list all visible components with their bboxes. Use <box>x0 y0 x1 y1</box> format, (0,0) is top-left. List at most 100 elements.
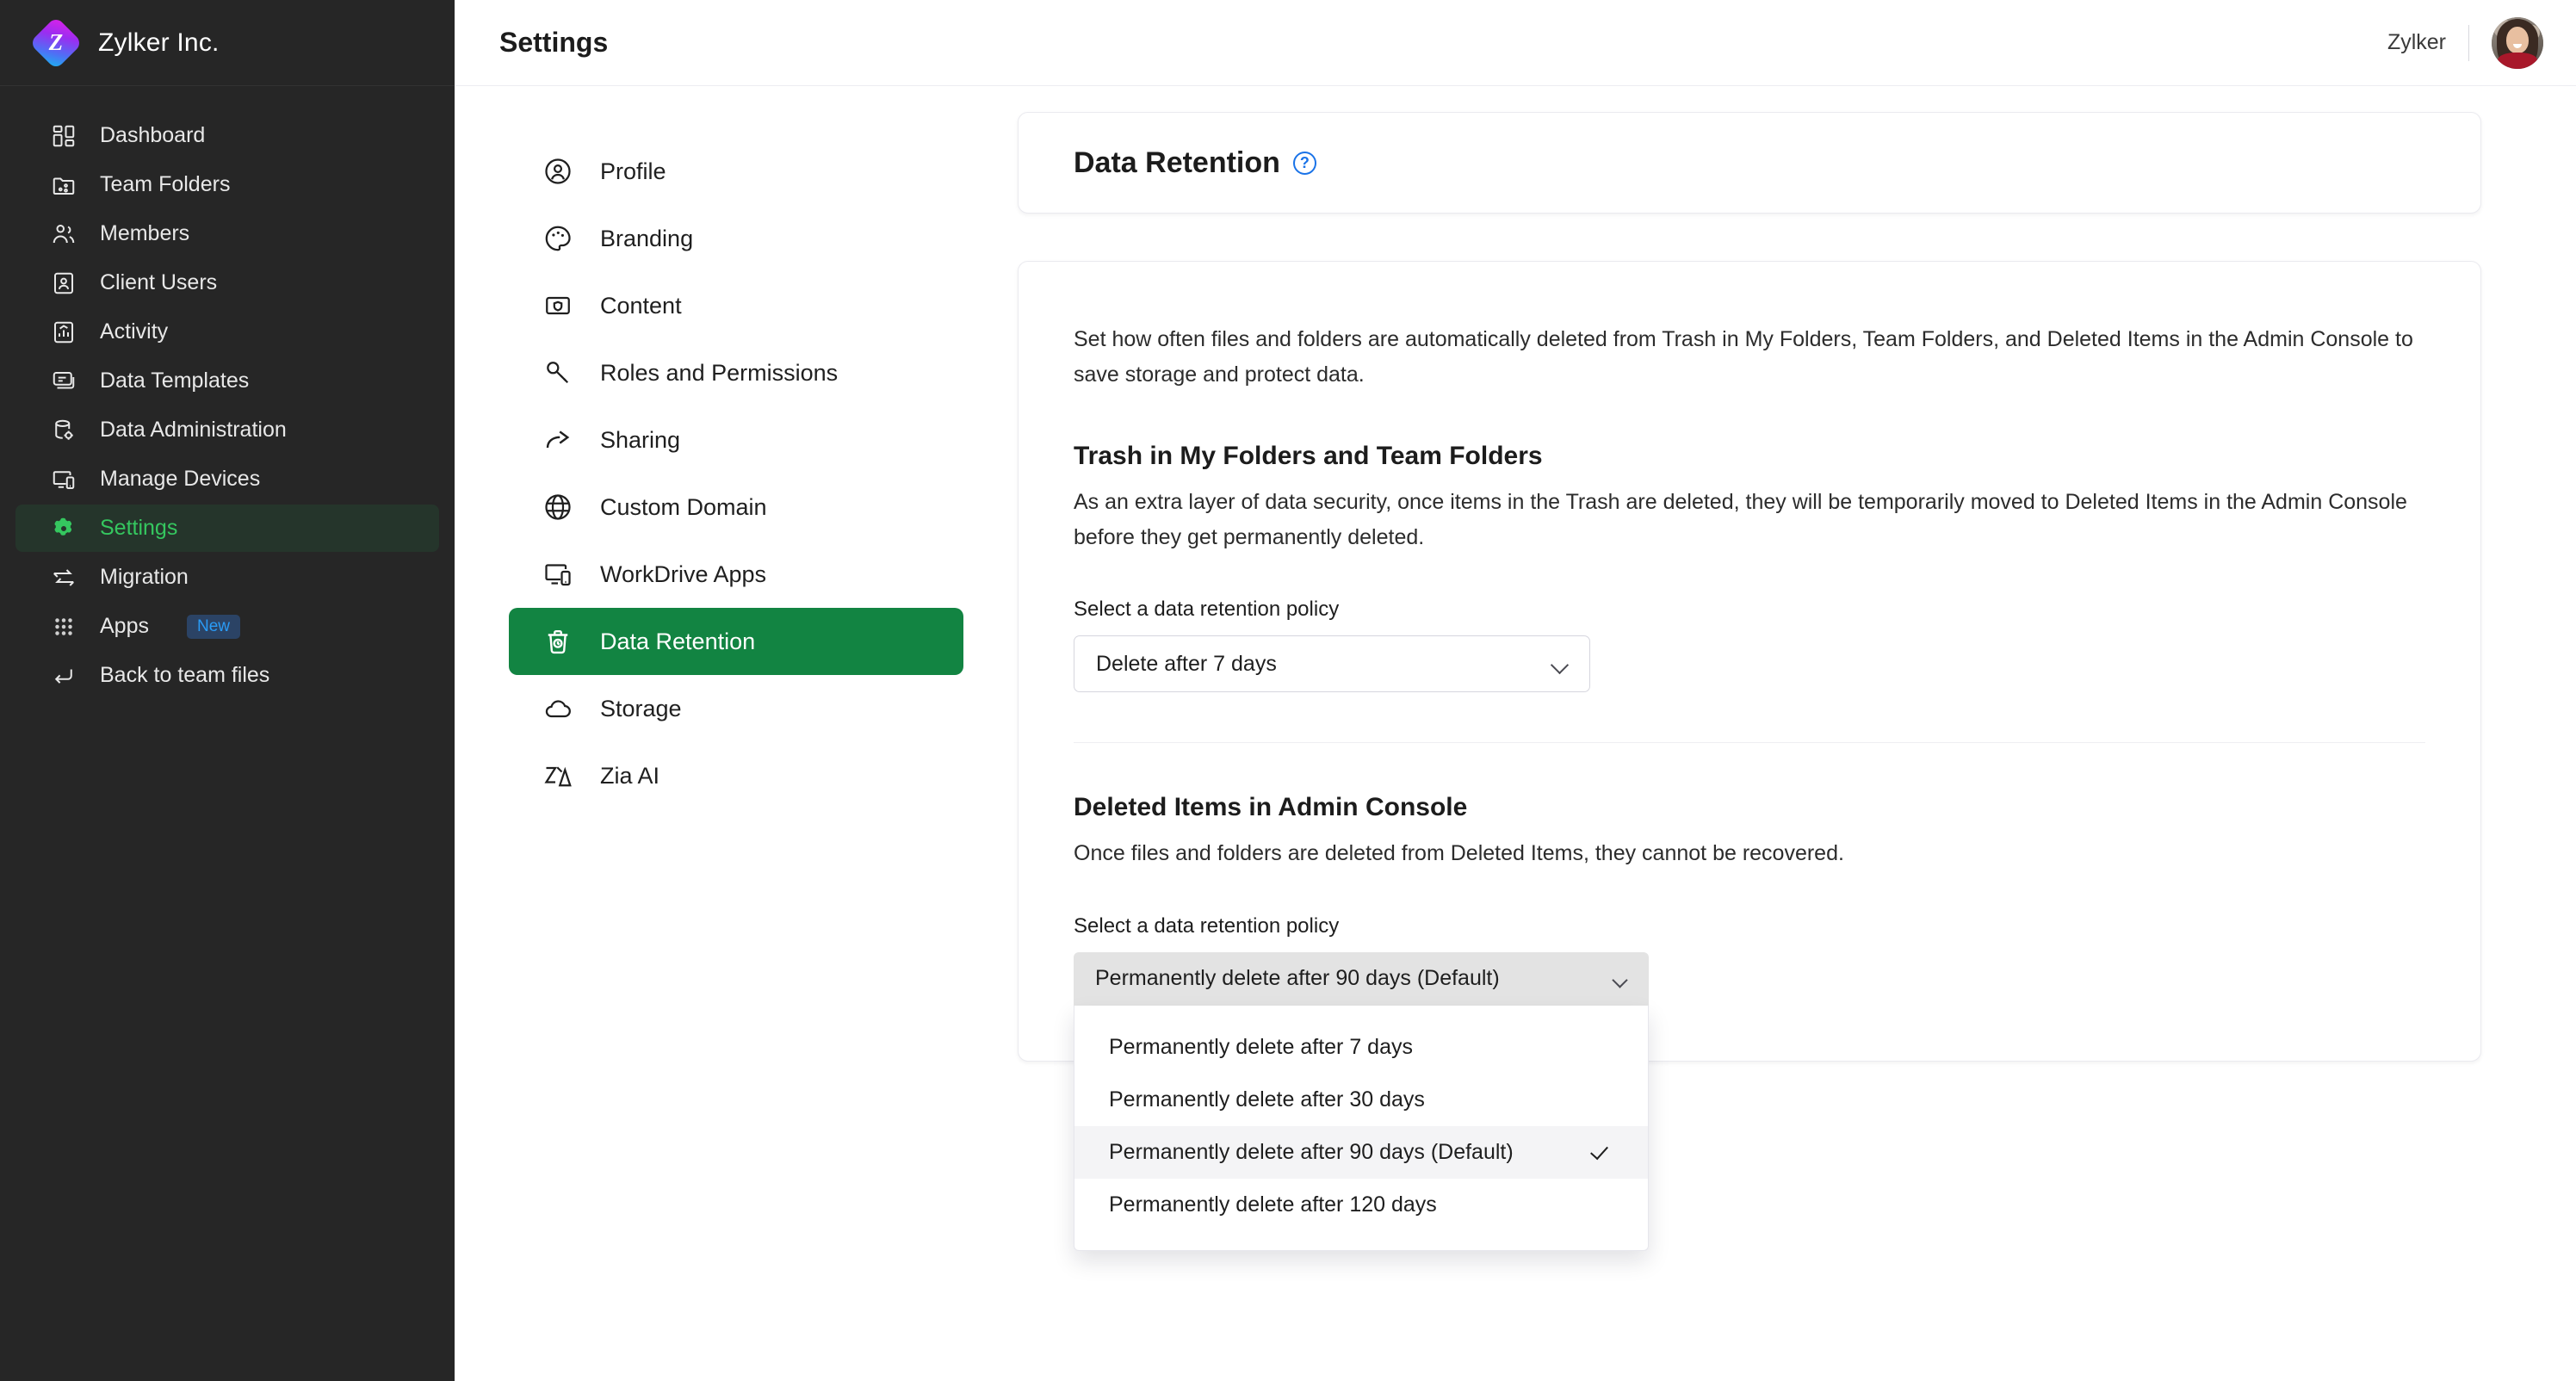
card-title: Data Retention <box>1074 146 1280 179</box>
grid-icon <box>50 122 77 150</box>
tab-data-retention[interactable]: Data Retention <box>509 608 963 675</box>
palette-icon <box>542 222 574 255</box>
card-body: Set how often files and folders are auto… <box>1018 261 2481 1251</box>
devices-icon <box>542 558 574 591</box>
tab-label: WorkDrive Apps <box>600 560 767 587</box>
sidebar-item-back-to-team-files[interactable]: Back to team files <box>15 652 439 699</box>
people-icon <box>50 220 77 248</box>
tab-content[interactable]: Content <box>509 272 963 339</box>
apps-grid-icon <box>50 613 77 641</box>
sidebar-item-data-administration[interactable]: Data Administration <box>15 406 439 454</box>
dropdown-option-label: Permanently delete after 120 days <box>1109 1192 1437 1217</box>
sidebar-item-label: Client Users <box>100 270 218 294</box>
tab-profile[interactable]: Profile <box>509 138 963 205</box>
brand-name: Zylker Inc. <box>98 28 220 57</box>
tab-workdrive-apps[interactable]: WorkDrive Apps <box>509 541 963 608</box>
folder-share-icon <box>50 171 77 199</box>
tab-label: Custom Domain <box>600 493 767 520</box>
dropdown-menu: Permanently delete after 7 days Permanen… <box>1074 1005 1649 1251</box>
transfer-arrows-icon <box>50 564 77 591</box>
sidebar-item-manage-devices[interactable]: Manage Devices <box>15 455 439 503</box>
page-title: Settings <box>499 27 609 58</box>
tab-zia-ai[interactable]: Zia AI <box>509 742 963 809</box>
section-desc-trash: As an extra layer of data security, once… <box>1074 490 2407 549</box>
sidebar-item-migration[interactable]: Migration <box>15 554 439 601</box>
sidebar-item-label: Dashboard <box>100 123 206 147</box>
sidebar-item-label: Data Administration <box>100 418 287 442</box>
sidebar-item-activity[interactable]: Activity <box>15 308 439 356</box>
tab-custom-domain[interactable]: Custom Domain <box>509 474 963 541</box>
logo-letter: Z <box>48 29 64 55</box>
card-header: Data Retention ? <box>1018 112 2481 214</box>
tab-branding[interactable]: Branding <box>509 205 963 272</box>
id-card-icon <box>50 269 77 297</box>
sidebar-item-members[interactable]: Members <box>15 210 439 257</box>
gear-icon <box>50 515 77 542</box>
app-root: Z Zylker Inc. Dashboard Team Folders Mem… <box>0 0 2576 1381</box>
deleted-items-retention-value: Permanently delete after 90 days (Defaul… <box>1095 966 1500 990</box>
dropdown-option-120-days[interactable]: Permanently delete after 120 days <box>1074 1179 1648 1231</box>
settings-nav: Profile Branding Content Roles and Permi… <box>455 86 1018 1381</box>
field-label-trash: Select a data retention policy <box>1074 598 1340 621</box>
status-badge: New <box>186 614 240 639</box>
help-icon[interactable]: ? <box>1292 151 1316 175</box>
sidebar-item-apps[interactable]: Apps New <box>15 603 439 650</box>
tab-label: Branding <box>600 225 694 251</box>
devices-icon <box>50 466 77 493</box>
tab-label: Storage <box>600 695 682 721</box>
tab-roles-and-permissions[interactable]: Roles and Permissions <box>509 339 963 406</box>
sidebar-item-label: Team Folders <box>100 172 231 196</box>
sidebar-item-settings[interactable]: Settings <box>15 505 439 552</box>
content-area: Profile Branding Content Roles and Permi… <box>455 86 2576 1381</box>
sidebar-item-label: Members <box>100 221 190 245</box>
field-label-deleted-items: Select a data retention policy <box>1074 913 1340 938</box>
sidebar-item-dashboard[interactable]: Dashboard <box>15 112 439 159</box>
dropdown-option-30-days[interactable]: Permanently delete after 30 days <box>1074 1074 1648 1126</box>
top-bar: Settings Zylker <box>455 0 2576 86</box>
sidebar-item-data-templates[interactable]: Data Templates <box>15 357 439 405</box>
sidebar-item-team-folders[interactable]: Team Folders <box>15 161 439 208</box>
tab-sharing[interactable]: Sharing <box>509 406 963 474</box>
main-area: Settings Zylker Profile Branding Content… <box>455 0 2576 1381</box>
org-name[interactable]: Zylker <box>2387 30 2468 55</box>
section-desc-deleted-items: Once files and folders are deleted from … <box>1074 841 1844 865</box>
user-circle-icon <box>542 155 574 188</box>
zia-icon <box>542 759 574 792</box>
sidebar-item-client-users[interactable]: Client Users <box>15 259 439 307</box>
sidebar-item-label: Back to team files <box>100 663 270 687</box>
sidebar-item-label: Settings <box>100 516 178 540</box>
brand-header[interactable]: Z Zylker Inc. <box>0 0 455 86</box>
cloud-icon <box>542 692 574 725</box>
sidebar-item-label: Migration <box>100 565 189 589</box>
globe-icon <box>542 491 574 523</box>
template-icon <box>50 368 77 395</box>
dropdown-option-90-days-default[interactable]: Permanently delete after 90 days (Defaul… <box>1074 1125 1648 1179</box>
dropdown-option-label: Permanently delete after 90 days (Defaul… <box>1109 1139 1514 1164</box>
tab-label: Content <box>600 292 682 319</box>
sidebar-item-label: Activity <box>100 319 169 344</box>
deleted-items-retention-select[interactable]: Permanently delete after 90 days (Defaul… <box>1074 951 1649 1006</box>
tab-label: Roles and Permissions <box>600 359 839 386</box>
tab-label: Zia AI <box>600 762 660 789</box>
zylker-logo-icon: Z <box>28 15 84 70</box>
database-gear-icon <box>50 417 77 444</box>
key-icon <box>542 356 574 389</box>
dropdown-option-7-days[interactable]: Permanently delete after 7 days <box>1074 1021 1648 1074</box>
trash-retention-select[interactable]: Delete after 7 days <box>1074 635 1590 692</box>
avatar[interactable] <box>2492 16 2543 69</box>
detail-panel: Data Retention ? Set how often files and… <box>1018 86 2576 1381</box>
chevron-down-icon <box>1613 974 1630 984</box>
topbar-divider <box>2468 24 2469 61</box>
sidebar-item-label: Apps <box>100 614 149 638</box>
sidebar-item-label: Manage Devices <box>100 467 261 491</box>
sidebar-item-label: Data Templates <box>100 368 250 393</box>
tab-storage[interactable]: Storage <box>509 675 963 742</box>
content-shield-icon <box>542 289 574 322</box>
intro-text: Set how often files and folders are auto… <box>1074 327 2413 387</box>
dropdown-option-label: Permanently delete after 30 days <box>1109 1087 1425 1112</box>
activity-report-icon <box>50 319 77 346</box>
trash-retention-value: Delete after 7 days <box>1096 651 1277 676</box>
section-title-trash: Trash in My Folders and Team Folders <box>1074 442 1543 470</box>
tab-label: Data Retention <box>600 628 756 654</box>
dropdown-option-label: Permanently delete after 7 days <box>1109 1034 1413 1059</box>
